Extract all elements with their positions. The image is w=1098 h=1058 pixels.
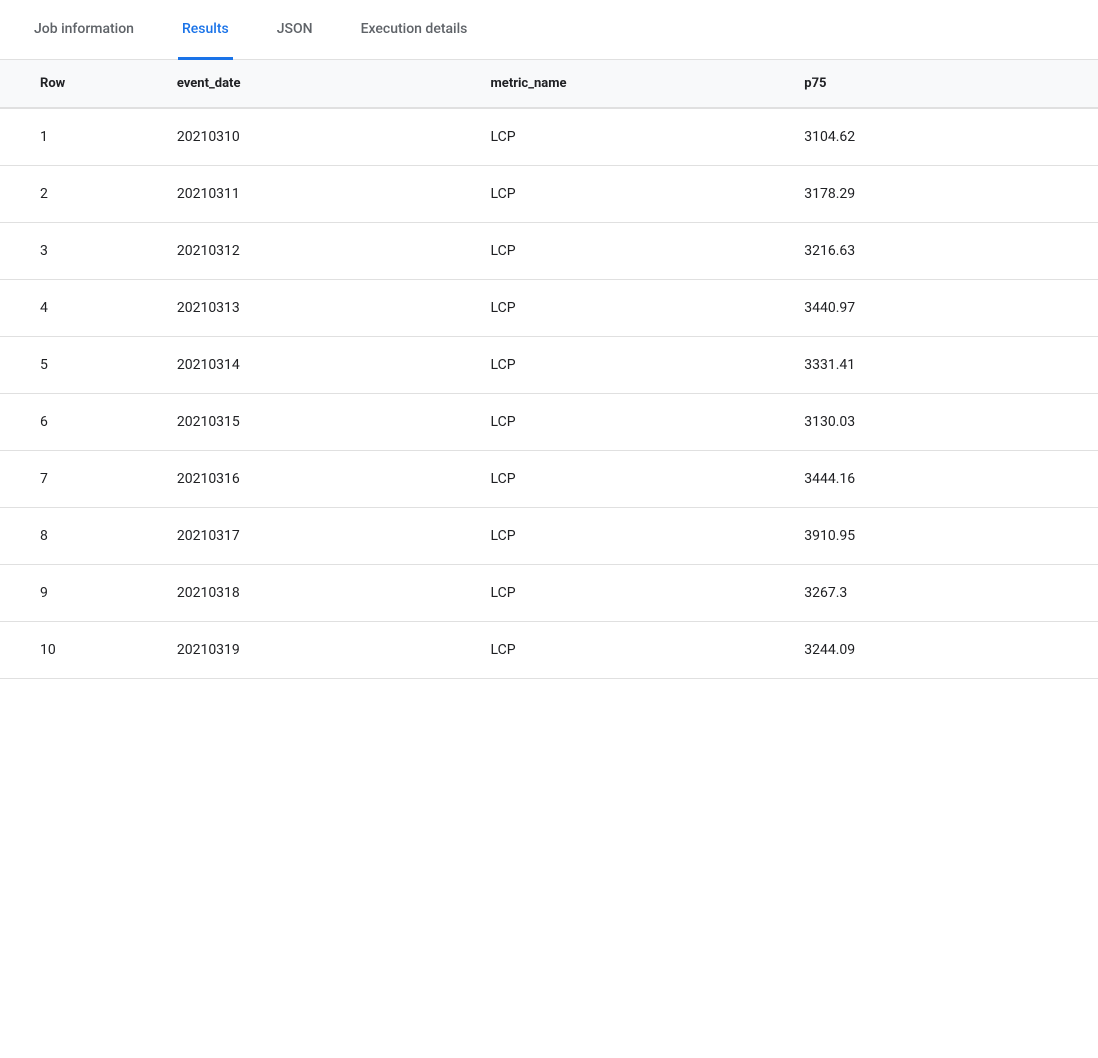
cell-event-date: 20210314 xyxy=(157,337,471,394)
cell-event-date: 20210311 xyxy=(157,166,471,223)
cell-row: 8 xyxy=(0,508,157,565)
cell-p75: 3444.16 xyxy=(784,451,1098,508)
cell-metric-name: LCP xyxy=(471,280,785,337)
table-row: 1020210319LCP3244.09 xyxy=(0,622,1098,679)
cell-row: 5 xyxy=(0,337,157,394)
cell-p75: 3244.09 xyxy=(784,622,1098,679)
col-header-row: Row xyxy=(0,60,157,108)
cell-p75: 3130.03 xyxy=(784,394,1098,451)
cell-p75: 3104.62 xyxy=(784,108,1098,166)
cell-row: 3 xyxy=(0,223,157,280)
cell-event-date: 20210319 xyxy=(157,622,471,679)
tabs-container: Job information Results JSON Execution d… xyxy=(0,0,1098,60)
cell-metric-name: LCP xyxy=(471,565,785,622)
tab-execution-details[interactable]: Execution details xyxy=(357,1,472,60)
table-row: 820210317LCP3910.95 xyxy=(0,508,1098,565)
cell-metric-name: LCP xyxy=(471,166,785,223)
cell-p75: 3216.63 xyxy=(784,223,1098,280)
table-row: 220210311LCP3178.29 xyxy=(0,166,1098,223)
cell-event-date: 20210310 xyxy=(157,108,471,166)
cell-metric-name: LCP xyxy=(471,394,785,451)
tab-job-information[interactable]: Job information xyxy=(30,1,138,60)
table-row: 420210313LCP3440.97 xyxy=(0,280,1098,337)
cell-row: 7 xyxy=(0,451,157,508)
table-header-row: Row event_date metric_name p75 xyxy=(0,60,1098,108)
col-header-event-date: event_date xyxy=(157,60,471,108)
table-row: 720210316LCP3444.16 xyxy=(0,451,1098,508)
cell-metric-name: LCP xyxy=(471,622,785,679)
cell-metric-name: LCP xyxy=(471,451,785,508)
table-container: Row event_date metric_name p75 120210310… xyxy=(0,60,1098,679)
cell-event-date: 20210316 xyxy=(157,451,471,508)
cell-metric-name: LCP xyxy=(471,223,785,280)
cell-p75: 3331.41 xyxy=(784,337,1098,394)
results-table: Row event_date metric_name p75 120210310… xyxy=(0,60,1098,679)
cell-row: 6 xyxy=(0,394,157,451)
tab-results[interactable]: Results xyxy=(178,1,233,60)
cell-event-date: 20210312 xyxy=(157,223,471,280)
table-row: 320210312LCP3216.63 xyxy=(0,223,1098,280)
cell-row: 10 xyxy=(0,622,157,679)
cell-p75: 3440.97 xyxy=(784,280,1098,337)
cell-event-date: 20210315 xyxy=(157,394,471,451)
cell-p75: 3267.3 xyxy=(784,565,1098,622)
cell-metric-name: LCP xyxy=(471,108,785,166)
cell-metric-name: LCP xyxy=(471,508,785,565)
cell-event-date: 20210313 xyxy=(157,280,471,337)
cell-event-date: 20210318 xyxy=(157,565,471,622)
col-header-p75: p75 xyxy=(784,60,1098,108)
cell-row: 4 xyxy=(0,280,157,337)
tab-json[interactable]: JSON xyxy=(273,1,317,60)
cell-metric-name: LCP xyxy=(471,337,785,394)
cell-row: 1 xyxy=(0,108,157,166)
cell-row: 2 xyxy=(0,166,157,223)
cell-p75: 3910.95 xyxy=(784,508,1098,565)
cell-event-date: 20210317 xyxy=(157,508,471,565)
col-header-metric-name: metric_name xyxy=(471,60,785,108)
table-row: 920210318LCP3267.3 xyxy=(0,565,1098,622)
table-row: 620210315LCP3130.03 xyxy=(0,394,1098,451)
cell-p75: 3178.29 xyxy=(784,166,1098,223)
table-row: 120210310LCP3104.62 xyxy=(0,108,1098,166)
cell-row: 9 xyxy=(0,565,157,622)
table-row: 520210314LCP3331.41 xyxy=(0,337,1098,394)
